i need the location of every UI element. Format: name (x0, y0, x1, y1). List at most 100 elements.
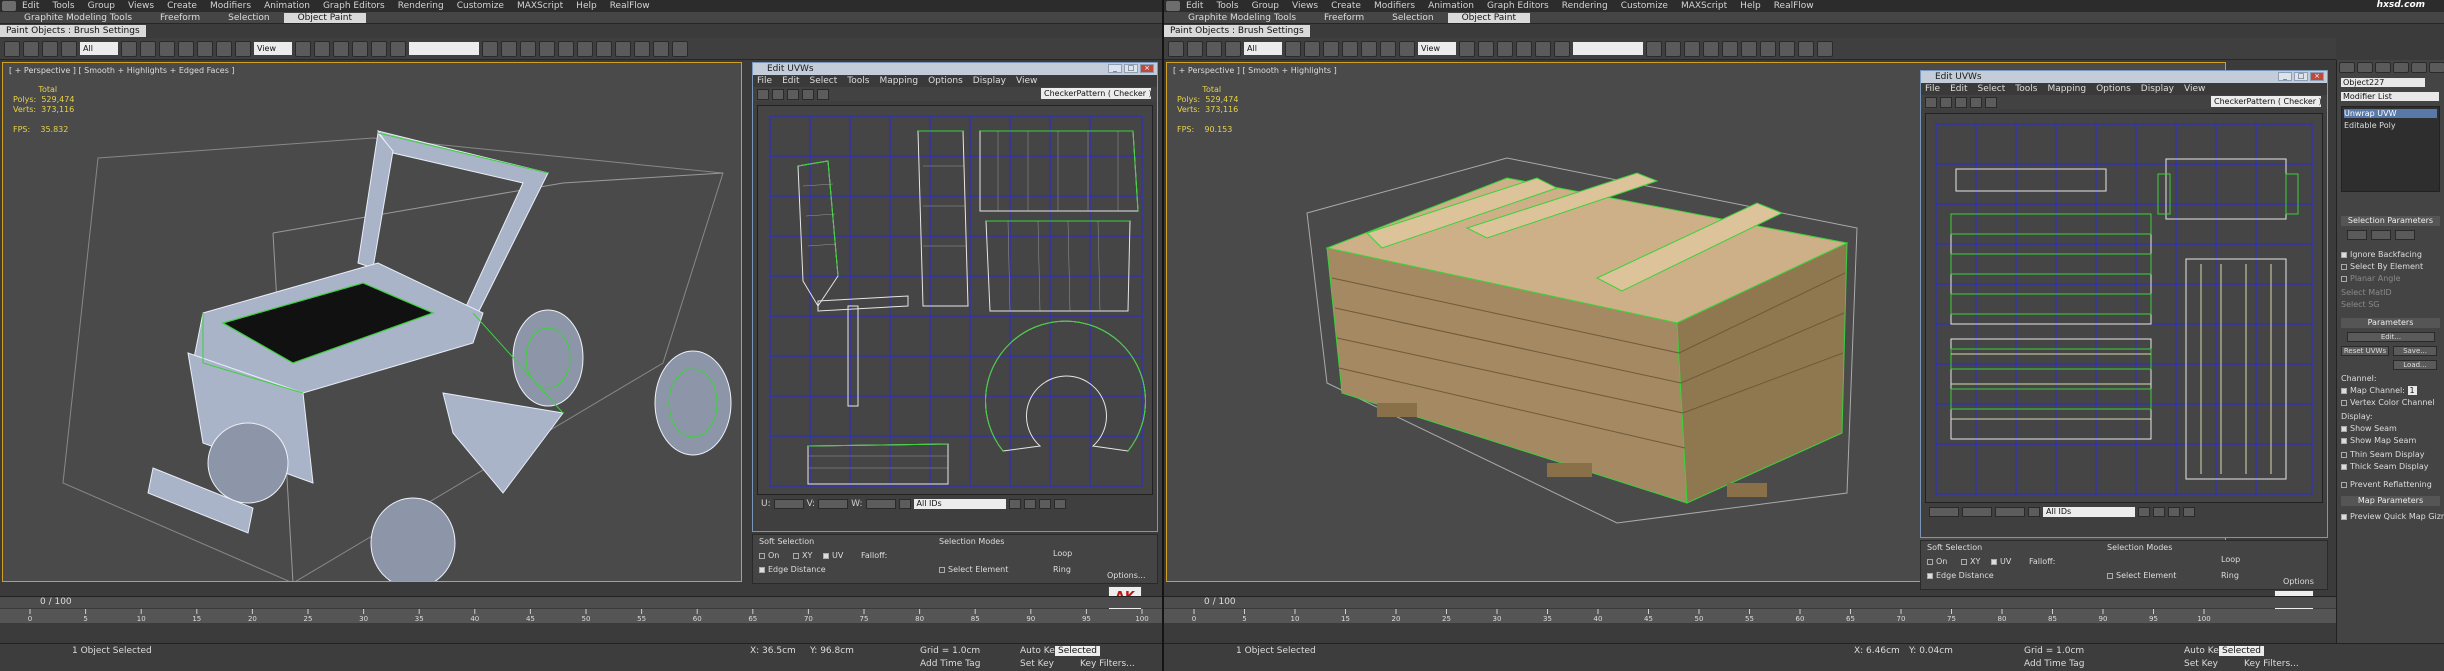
time-slider[interactable]: 0 / 100 (0, 596, 1162, 608)
stack-item-unwrap-uvw[interactable]: Unwrap UVW (2344, 109, 2437, 118)
tab-freeform[interactable]: Freeform (146, 13, 214, 23)
redo-icon[interactable] (23, 40, 39, 57)
render-frame-icon[interactable] (634, 40, 650, 57)
app-icon[interactable] (2, 1, 16, 11)
select-element-checkbox[interactable]: Select Element (939, 565, 1008, 574)
xy-radio[interactable]: XY (1961, 557, 1980, 566)
menu-help[interactable]: Help (576, 1, 597, 11)
vertex-mode-button[interactable] (2347, 230, 2367, 240)
rotate-uv-icon[interactable] (772, 88, 784, 100)
render-setup-icon[interactable] (1779, 40, 1795, 57)
lock-icon[interactable] (2028, 507, 2040, 517)
uv-menu-edit[interactable]: Edit (782, 76, 799, 86)
stack-item-editable-poly[interactable]: Editable Poly (2344, 121, 2396, 130)
menu-graph-editors[interactable]: Graph Editors (1487, 1, 1549, 11)
manipulate-icon[interactable] (314, 40, 330, 57)
select-matid-button[interactable]: Select MatID (2341, 288, 2392, 297)
load-button[interactable]: Load... (2393, 360, 2437, 370)
uv-menu-select[interactable]: Select (810, 76, 838, 86)
key-mode-dropdown[interactable]: Selected (2219, 646, 2265, 656)
modifier-list-dropdown[interactable]: Modifier List (2341, 92, 2439, 101)
menu-views[interactable]: Views (128, 1, 154, 11)
menu-edit[interactable]: Edit (1186, 1, 1203, 11)
material-editor-icon[interactable] (596, 40, 612, 57)
pan-icon[interactable] (1008, 499, 1021, 509)
menu-edit[interactable]: Edit (22, 1, 39, 11)
menu-tools[interactable]: Tools (52, 1, 74, 11)
prevent-reflattening-checkbox[interactable]: Prevent Reflattening (2341, 480, 2432, 489)
zoom-extents-icon[interactable] (1053, 499, 1066, 509)
ring-button[interactable]: Ring (1053, 565, 1071, 574)
uv-menu-select[interactable]: Select (1978, 84, 2006, 94)
parameters-rollout[interactable]: Parameters (2341, 318, 2440, 328)
align-icon[interactable] (1665, 40, 1681, 57)
map-parameters-rollout[interactable]: Map Parameters (2341, 496, 2440, 506)
menu-tools[interactable]: Tools (1216, 1, 1238, 11)
pivot-icon[interactable] (295, 40, 311, 57)
set-key-button[interactable]: Set Key (2184, 659, 2218, 669)
render-icon[interactable] (653, 40, 669, 57)
maximize-icon[interactable]: □ (2294, 72, 2308, 81)
link-icon[interactable] (42, 40, 58, 57)
show-map-seam-checkbox[interactable]: Show Map Seam (2341, 436, 2416, 445)
graphite-icon[interactable] (1703, 40, 1719, 57)
track-bar[interactable]: 0 5 10 15 20 25 30 35 40 45 50 55 60 65 70 75 80 85 90 95 10… (1164, 609, 2336, 623)
menu-help[interactable]: Help (1740, 1, 1761, 11)
unlink-icon[interactable] (1225, 40, 1241, 57)
select-by-name-icon[interactable] (140, 40, 156, 57)
minimize-icon[interactable]: _ (1108, 64, 1122, 73)
window-crossing-icon[interactable] (1342, 40, 1358, 57)
lock-icon[interactable] (898, 499, 911, 509)
layer-icon[interactable] (1684, 40, 1700, 57)
menu-customize[interactable]: Customize (1621, 1, 1668, 11)
spinner-snap-icon[interactable] (1554, 40, 1570, 57)
select-object-icon[interactable] (1285, 40, 1301, 57)
rotate-uv-icon[interactable] (1940, 96, 1952, 108)
ignore-backfacing-checkbox[interactable]: Ignore Backfacing (2341, 250, 2422, 259)
key-mode-dropdown[interactable]: Selected (1055, 646, 1101, 656)
material-editor-icon[interactable] (1760, 40, 1776, 57)
mirror-uv-icon[interactable] (1985, 96, 1997, 108)
rect-selection-icon[interactable] (159, 40, 175, 57)
select-sg-button[interactable]: Select SG (2341, 300, 2380, 309)
uv-menu-file[interactable]: File (1925, 84, 1940, 94)
loop-button[interactable]: Loop (1053, 549, 1072, 558)
menu-views[interactable]: Views (1292, 1, 1318, 11)
uv-menu-display[interactable]: Display (2141, 84, 2174, 94)
track-bar[interactable]: 0 5 10 15 20 25 30 35 40 45 50 55 60 65 70 75 80 85 90 95 10… (0, 609, 1162, 623)
move-uv-icon[interactable] (757, 88, 769, 100)
w-field[interactable] (865, 499, 896, 509)
face-mode-button[interactable] (2395, 230, 2415, 240)
preview-quick-map-checkbox[interactable]: Preview Quick Map Gizmo (2341, 512, 2444, 521)
edit-uvws-title-bar[interactable]: Edit UVWs _ □ × (1921, 71, 2327, 83)
move-icon[interactable] (197, 40, 213, 57)
checker-pattern-dropdown[interactable]: CheckerPattern ( Checker ) (1041, 88, 1152, 99)
y-coordinate[interactable]: Y: 0.04cm (1909, 646, 1953, 656)
hierarchy-tab-icon[interactable] (2375, 62, 2391, 73)
menu-maxscript[interactable]: MAXScript (517, 1, 563, 11)
uv-menu-tools[interactable]: Tools (2015, 84, 2037, 94)
maximize-icon[interactable]: □ (1124, 64, 1138, 73)
soft-selection-on-checkbox[interactable]: On (1927, 557, 1947, 566)
xy-radio[interactable]: XY (793, 551, 812, 560)
spinner-snap-icon[interactable] (390, 40, 406, 57)
v-field[interactable] (1962, 507, 1992, 517)
object-name-field[interactable]: Object227 (2341, 78, 2425, 87)
uv-menu-view[interactable]: View (1016, 76, 1037, 86)
redo-icon[interactable] (1187, 40, 1203, 57)
edit-button[interactable]: Edit... (2347, 332, 2435, 342)
angle-snap-icon[interactable] (352, 40, 368, 57)
add-time-tag-button[interactable]: Add Time Tag (2024, 659, 2084, 669)
reset-uvws-button[interactable]: Reset UVWs (2341, 346, 2389, 356)
selection-filter-dropdown[interactable]: All (1244, 42, 1282, 55)
key-filters-button[interactable]: Key Filters... (1080, 659, 1135, 669)
pan-icon[interactable] (2138, 507, 2150, 517)
pivot-icon[interactable] (1459, 40, 1475, 57)
motion-tab-icon[interactable] (2393, 62, 2409, 73)
uv-radio[interactable]: UV (1991, 557, 2011, 566)
map-channel-radio[interactable]: Map Channel: 1 (2341, 386, 2417, 395)
close-icon[interactable]: × (2310, 72, 2324, 81)
uv-menu-edit[interactable]: Edit (1950, 84, 1967, 94)
menu-animation[interactable]: Animation (1428, 1, 1474, 11)
u-field[interactable] (1929, 507, 1959, 517)
